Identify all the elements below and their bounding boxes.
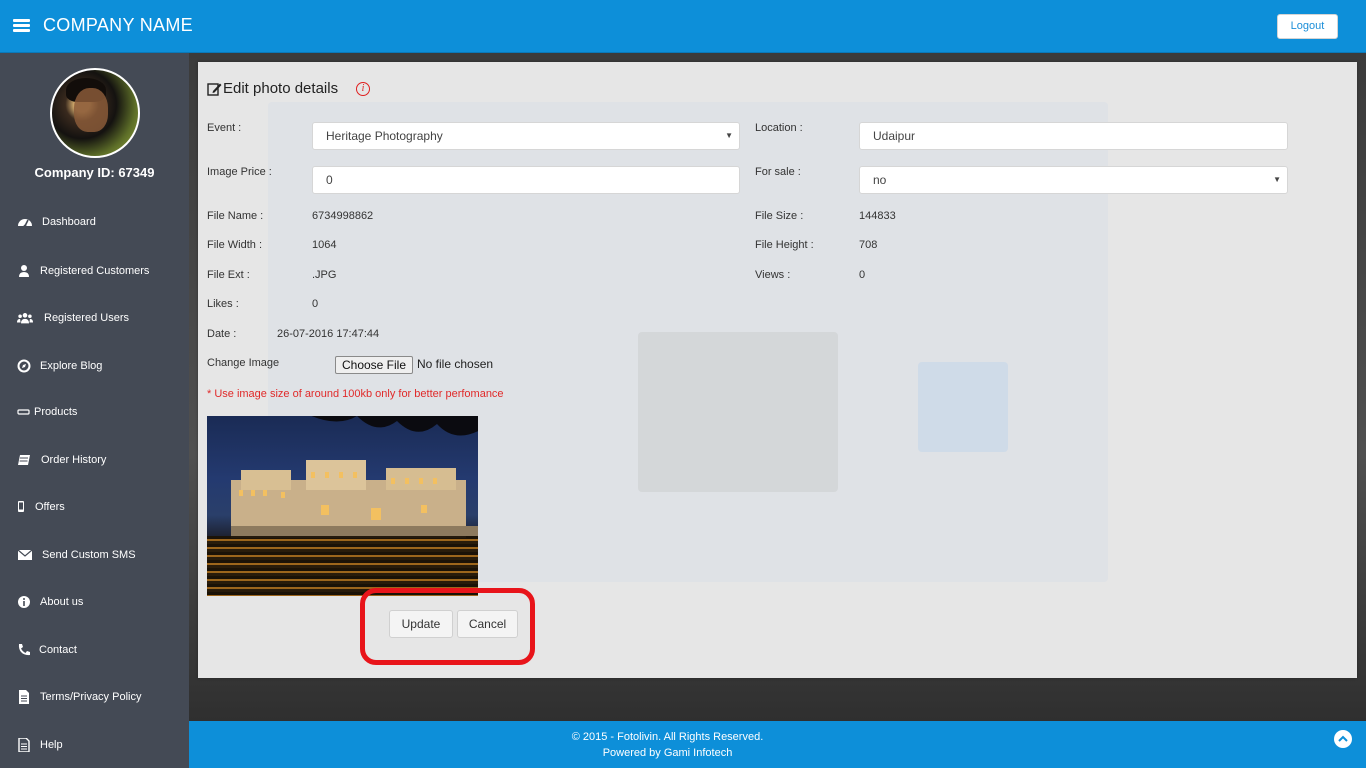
update-button[interactable]: Update	[389, 610, 453, 638]
brand-name: COMPANY NAME	[43, 15, 193, 35]
company-id: Company ID: 67349	[34, 165, 155, 180]
sidebar-item-registered-users[interactable]: Registered Users	[0, 304, 189, 334]
sidebar: Company ID: 67349 Dashboard Registered C…	[0, 53, 189, 768]
scroll-to-top-button[interactable]	[1334, 730, 1352, 748]
user-icon	[19, 265, 29, 277]
no-file-text: No file chosen	[417, 357, 494, 371]
photo-preview	[207, 416, 478, 596]
location-input[interactable]: Udaipur	[859, 122, 1288, 150]
likes-value: 0	[312, 298, 319, 310]
chevron-up-icon	[1338, 735, 1348, 742]
sidebar-item-order-history[interactable]: Order History	[0, 446, 189, 476]
edit-icon	[207, 83, 222, 96]
file-ext-value: .JPG	[312, 269, 337, 281]
info-icon	[18, 596, 30, 608]
for-sale-select[interactable]: no ▼	[859, 166, 1288, 194]
sidebar-item-about-us[interactable]: About us	[0, 588, 189, 618]
sidebar-item-label: Terms/Privacy Policy	[40, 691, 142, 703]
sidebar-item-label: Send Custom SMS	[42, 549, 136, 561]
footer-copyright: © 2015 - Fotolivin. All Rights Reserved.	[571, 731, 764, 743]
sidebar-item-dashboard[interactable]: Dashboard	[0, 208, 189, 238]
top-bar: COMPANY NAME Logout	[0, 0, 1366, 53]
sidebar-item-explore-blog[interactable]: Explore Blog	[0, 352, 189, 382]
logout-button[interactable]: Logout	[1277, 14, 1338, 39]
mobile-icon	[18, 501, 24, 512]
file-height-value: 708	[859, 239, 878, 251]
footer-powered-by: Powered by Gami Infotech	[602, 747, 733, 759]
avatar	[50, 68, 140, 158]
compass-icon	[17, 359, 31, 373]
file-width-label: File Width :	[207, 239, 263, 251]
image-price-value: 0	[326, 173, 333, 187]
views-label: Views :	[755, 269, 791, 281]
date-label: Date :	[207, 328, 237, 340]
palace-illustration	[231, 460, 478, 538]
file-size-label: File Size :	[755, 210, 804, 222]
sidebar-item-contact[interactable]: Contact	[0, 636, 189, 666]
location-input-value: Udaipur	[873, 129, 916, 143]
sidebar-item-label: Registered Users	[44, 312, 129, 324]
event-select[interactable]: Heritage Photography ▼	[312, 122, 740, 150]
cancel-button[interactable]: Cancel	[457, 610, 518, 638]
file-size-value: 144833	[859, 210, 896, 222]
product-icon	[17, 409, 30, 415]
location-label: Location :	[755, 122, 803, 134]
file-width-value: 1064	[312, 239, 337, 251]
file-name-value: 6734998862	[312, 210, 374, 222]
sidebar-item-registered-customers[interactable]: Registered Customers	[0, 257, 189, 287]
image-price-label: Image Price :	[207, 166, 272, 178]
file-icon	[19, 690, 29, 704]
sidebar-item-help[interactable]: Help	[0, 731, 189, 761]
sidebar-item-terms-privacy[interactable]: Terms/Privacy Policy	[0, 683, 189, 713]
sidebar-item-label: Order History	[41, 454, 107, 466]
book-icon	[18, 455, 30, 465]
sidebar-item-label: Registered Customers	[40, 265, 150, 277]
event-label: Event :	[207, 122, 242, 134]
file-height-label: File Height :	[755, 239, 814, 251]
for-sale-label: For sale :	[755, 166, 801, 178]
image-size-hint: * Use image size of around 100kb only fo…	[207, 388, 504, 400]
change-image-label: Change Image	[207, 357, 280, 369]
file-ext-label: File Ext :	[207, 269, 250, 281]
sidebar-item-products[interactable]: Products	[0, 398, 189, 428]
envelope-icon	[17, 549, 33, 560]
page-title: Edit photo details	[223, 80, 339, 97]
likes-label: Likes :	[207, 298, 239, 310]
document-icon	[18, 738, 30, 752]
sidebar-item-label: Offers	[35, 501, 65, 513]
views-value: 0	[859, 269, 866, 281]
dashboard-icon	[18, 219, 32, 228]
sidebar-item-send-custom-sms[interactable]: Send Custom SMS	[0, 541, 189, 571]
sidebar-item-label: Explore Blog	[40, 360, 103, 372]
event-select-value: Heritage Photography	[326, 129, 443, 143]
sidebar-item-offers[interactable]: Offers	[0, 493, 189, 523]
phone-icon	[18, 644, 30, 656]
sidebar-item-label: Help	[40, 739, 63, 751]
menu-toggle-icon[interactable]	[13, 19, 30, 32]
users-icon	[17, 313, 33, 324]
info-circle-icon[interactable]: i	[356, 82, 370, 96]
chevron-down-icon: ▼	[725, 131, 733, 140]
chevron-down-icon: ▼	[1273, 175, 1281, 184]
sidebar-item-label: About us	[40, 596, 84, 608]
file-name-label: File Name :	[207, 210, 264, 222]
image-price-input[interactable]: 0	[312, 166, 740, 194]
choose-file-button[interactable]: Choose File	[335, 356, 413, 374]
for-sale-select-value: no	[873, 173, 887, 187]
footer: © 2015 - Fotolivin. All Rights Reserved.…	[189, 721, 1366, 768]
sidebar-item-label: Contact	[39, 644, 77, 656]
sidebar-item-label: Products	[34, 406, 78, 418]
date-value: 26-07-2016 17:47:44	[277, 328, 380, 340]
sidebar-item-label: Dashboard	[42, 216, 96, 228]
